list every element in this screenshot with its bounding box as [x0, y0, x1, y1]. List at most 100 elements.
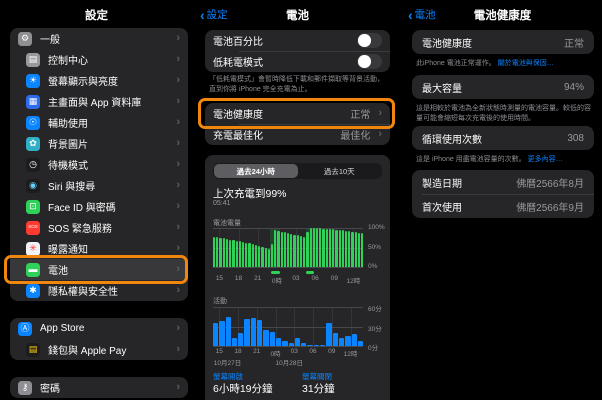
optimized-charging-row[interactable]: 充電最佳化 最佳化 ›: [205, 124, 390, 145]
manufacture-date-row: 製造日期 佛曆2566年8月: [412, 170, 594, 194]
sidebar-item-passwords[interactable]: ⚷ 密碼 ›: [10, 377, 188, 398]
bar: [270, 243, 274, 267]
bar: [269, 331, 275, 346]
x-axis-tick-label: 18: [234, 348, 242, 355]
siri-orb-icon: ◉: [26, 178, 40, 193]
manufacture-date-value: 佛曆2566年8月: [516, 178, 584, 190]
sidebar-item-battery[interactable]: ▬ 電池 ›: [10, 259, 188, 280]
battery-health-card: 電池健康度 正常 › 充電最佳化 最佳化 ›: [205, 103, 390, 145]
bar: [250, 318, 257, 346]
bar: [332, 229, 335, 267]
activity-chart: 60分 30分 0分: [213, 306, 382, 352]
bar: [354, 231, 357, 267]
face-id-icon: ⊡: [26, 199, 40, 214]
last-charge-time: 05:41: [213, 200, 231, 207]
sidebar-item-wallet[interactable]: ▤ 錢包與 Apple Pay ›: [10, 339, 188, 360]
screen-off-value: 31分鐘: [302, 383, 335, 395]
chevron-right-icon: ›: [378, 107, 382, 119]
settings-group-2: ⚷ 密碼 ›: [10, 377, 188, 398]
segment-last-10-days[interactable]: 過去10天: [298, 164, 382, 178]
battery-toggles-card: 電池百分比 低耗電模式: [205, 30, 390, 72]
chevron-right-icon: ›: [176, 179, 180, 191]
sidebar-item-standby[interactable]: ◷ 待機模式 ›: [10, 154, 188, 175]
last-charge-title: 上次充電到99%: [213, 188, 287, 200]
x-axis-tick-label: 09: [330, 275, 338, 282]
bar: [341, 230, 344, 267]
wallet-icon: ▤: [26, 342, 40, 357]
chevron-right-icon: ›: [176, 343, 180, 355]
bar: [244, 318, 250, 346]
horizontal-gridline: [213, 267, 363, 268]
x-axis-tick-label: 0時: [271, 278, 282, 285]
sidebar-item-face-id[interactable]: ⊡ Face ID 與密碼 ›: [10, 196, 188, 217]
bar: [338, 338, 345, 346]
sidebar-item-general[interactable]: ⚙ 一般 ›: [10, 28, 188, 49]
bar: [325, 228, 328, 267]
bar: [361, 233, 364, 267]
cycle-count-label: 循環使用次數: [422, 134, 482, 146]
bar: [263, 329, 269, 346]
sidebar-item-app-store[interactable]: Ⓐ App Store ›: [10, 318, 188, 339]
brightness-icon: ☀: [26, 73, 40, 88]
battery-health-row[interactable]: 電池健康度 正常 ›: [205, 103, 390, 124]
sidebar-item-siri-search[interactable]: ◉ Siri 與搜尋 ›: [10, 175, 188, 196]
y-axis-tick-label: 30分: [368, 325, 382, 333]
max-capacity-label: 最大容量: [422, 83, 462, 95]
sidebar-item-control-center[interactable]: ▤ 控制中心 ›: [10, 49, 188, 70]
sidebar-item-accessibility[interactable]: ☉ 輔助使用 ›: [10, 112, 188, 133]
battery-percentage-label: 電池百分比: [213, 37, 263, 48]
low-power-mode-label: 低耗電模式: [213, 58, 263, 69]
bar-series: [213, 228, 364, 267]
health-status-card: 電池健康度 正常: [412, 30, 594, 54]
chevron-right-icon: ›: [176, 322, 180, 334]
x-axis-tick-label: 03: [290, 348, 298, 355]
bar: [280, 231, 283, 267]
sidebar-item-label: 電池: [48, 266, 68, 277]
bar: [357, 340, 364, 346]
x-axis-tick-label: 21: [253, 348, 261, 355]
sidebar-item-wallpaper[interactable]: ✿ 背景圖片 ›: [10, 133, 188, 154]
max-capacity-footnote: 這是相較於電池為全新狀態時測量的電池容量。較低的容量可能會縮短每次充電後的使用時…: [416, 104, 592, 124]
sidebar-item-label: Siri 與搜尋: [48, 182, 96, 193]
bar: [335, 229, 338, 267]
segment-last-24-hours[interactable]: 過去24小時: [214, 164, 298, 178]
bar: [319, 228, 322, 267]
sidebar-item-label: 錢包與 Apple Pay: [48, 346, 127, 357]
sidebar-item-home-screen[interactable]: ▦ 主畫面與 App 資料庫 ›: [10, 91, 188, 112]
sidebar-item-display-brightness[interactable]: ☀ 螢幕顯示與亮度 ›: [10, 70, 188, 91]
battery-percentage-toggle[interactable]: [357, 33, 382, 48]
sidebar-item-emergency-sos[interactable]: SOS SOS 緊急服務 ›: [10, 217, 188, 238]
gear-icon: ⚙: [18, 31, 32, 46]
activity-chart-title: 活動: [213, 298, 227, 305]
sidebar-item-label: 控制中心: [48, 56, 88, 67]
bar: [274, 229, 277, 267]
activity-chart-x-axis: 15 18 21 0時 03 06 09 12時: [213, 348, 363, 358]
y-axis-tick-label: 60分: [368, 306, 382, 313]
sidebar-item-privacy[interactable]: ✱ 隱私權與安全性 ›: [10, 280, 188, 301]
cycle-count-card: 循環使用次數 308: [412, 126, 594, 150]
battery-health-title: 電池健康度: [473, 10, 532, 22]
bar: [293, 234, 296, 267]
battery-health-label: 電池健康度: [213, 110, 263, 121]
bar: [277, 230, 280, 267]
chevron-right-icon: ›: [176, 263, 180, 275]
battery-usage-card: 過去24小時 過去10天 上次充電到99% 05:41 電池電量 100% 50%…: [205, 155, 390, 400]
bar: [222, 238, 225, 267]
sidebar-item-exposure[interactable]: ✳ 曝露通知 ›: [10, 238, 188, 259]
sidebar-item-label: App Store: [40, 323, 85, 334]
sidebar-item-label: 背景圖片: [48, 140, 88, 151]
bar: [232, 240, 235, 267]
bar: [254, 245, 258, 267]
battery-warranty-link[interactable]: 關於電池與保固…: [498, 60, 554, 67]
learn-more-link[interactable]: 更多內容…: [528, 156, 563, 163]
optimized-charging-value: 最佳化: [340, 131, 371, 142]
sidebar-item-label: 隱私權與安全性: [48, 287, 118, 298]
bar: [344, 230, 348, 267]
low-power-mode-toggle[interactable]: [357, 54, 382, 69]
bar: [351, 231, 354, 267]
y-axis-tick-label: 50%: [368, 243, 382, 251]
battery-level-chart-title: 電池電量: [213, 220, 241, 227]
y-axis-tick-label: 0%: [368, 263, 378, 270]
low-power-mode-row: 低耗電模式: [205, 51, 390, 72]
max-capacity-value: 94%: [563, 81, 584, 93]
